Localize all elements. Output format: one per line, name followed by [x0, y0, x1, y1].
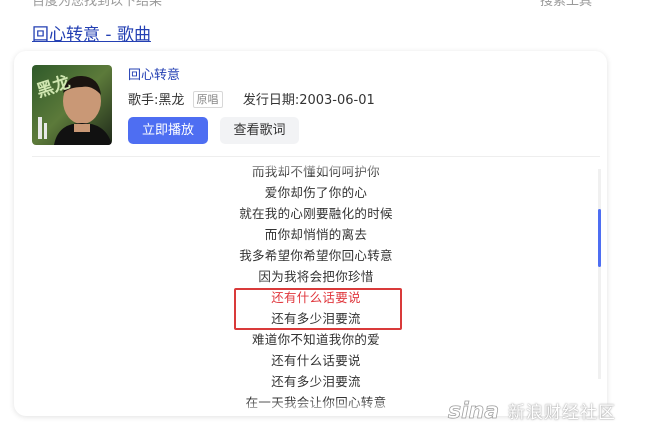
lyrics-list: 而我却不懂如何呵护你 爱你却伤了你的心就在我的心刚要融化的时候 而你却悄悄的离去我多… — [32, 165, 600, 413]
view-lyrics-button[interactable]: 查看歌词 — [220, 117, 299, 144]
search-tools-link[interactable]: 搜索工具 — [540, 0, 592, 9]
play-now-button[interactable]: 立即播放 — [128, 117, 208, 144]
original-tag: 原唱 — [192, 91, 223, 108]
divider — [32, 156, 600, 157]
lyric-line: 在一天我会让你回心转意 — [245, 395, 387, 410]
lyric-line: 而我却不懂如何呵护你 — [251, 165, 380, 179]
lyric-line: 爱你却伤了你的心 — [264, 185, 368, 200]
singer-label: 歌手: — [128, 93, 159, 108]
song-meta: 歌手:黑龙 原唱 发行日期:2003-06-01 — [128, 89, 375, 108]
release-date: 2003-06-01 — [299, 93, 375, 108]
lyric-line: 就在我的心刚要融化的时候 — [239, 206, 393, 221]
song-title-link[interactable]: 回心转意 — [128, 64, 180, 83]
lyrics-scrollbar-thumb[interactable] — [598, 209, 601, 267]
lyric-line: 而你却悄悄的离去 — [264, 227, 368, 242]
result-count-text: 百度为您找到以下结果 — [32, 0, 163, 9]
album-art-image: 黑龙 — [32, 65, 112, 145]
lyric-line: 我多希望你希望你回心转意 — [239, 248, 393, 263]
lyric-line: 因为我将会把你珍惜 — [258, 269, 374, 284]
top-bar: 百度为您找到以下结果 搜索工具 — [32, 0, 592, 9]
music-card: 黑龙 回心转意 歌手:黑龙 原唱 发行日期:2003-06-01 立即播放 查看… — [14, 51, 607, 416]
result-title-link[interactable]: 回心转意 - 歌曲 — [32, 20, 151, 45]
lyric-line: 还有多少泪要流 — [271, 374, 361, 389]
release-label: 发行日期: — [242, 93, 300, 108]
lyric-line: 还有什么话要说 — [271, 290, 361, 305]
lyric-line: 还有什么话要说 — [271, 353, 361, 368]
lyric-line: 难道你不知道我你的爱 — [251, 332, 380, 347]
lyrics-panel[interactable]: 而我却不懂如何呵护你 爱你却伤了你的心就在我的心刚要融化的时候 而你却悄悄的离去我多… — [32, 165, 600, 415]
album-cover[interactable]: 黑龙 — [32, 65, 112, 145]
singer-name[interactable]: 黑龙 — [158, 93, 184, 108]
lyric-line: 还有多少泪要流 — [271, 311, 361, 326]
lyrics-scrollbar-track[interactable] — [598, 169, 601, 379]
